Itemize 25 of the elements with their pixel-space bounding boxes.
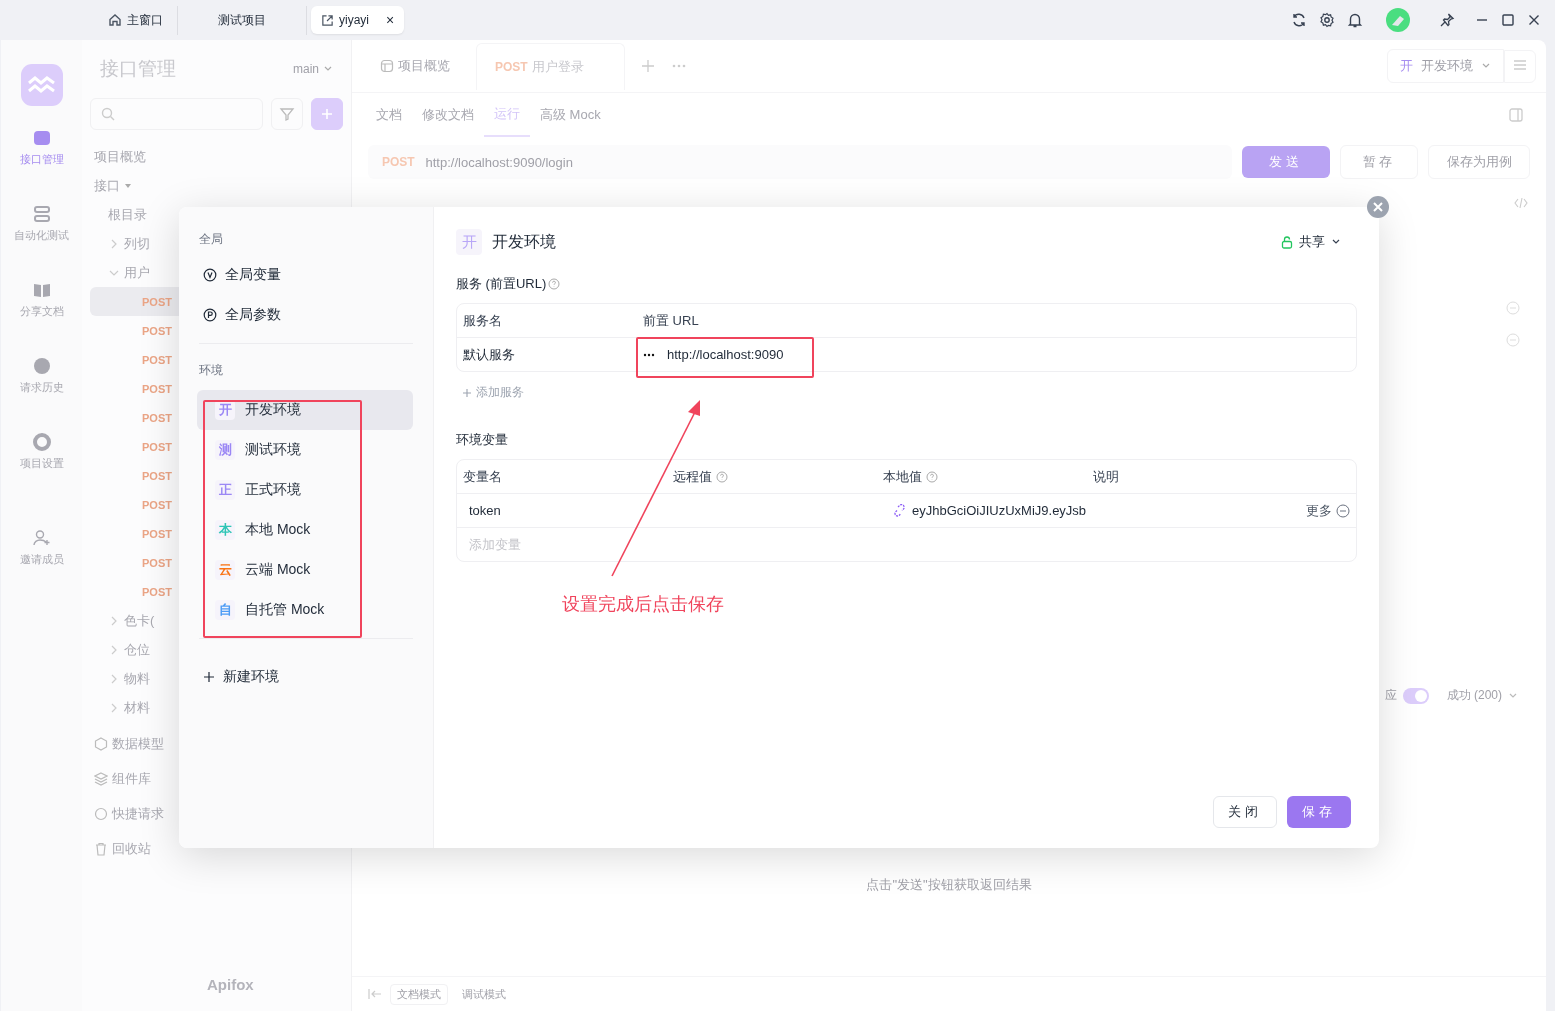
column-header: 前置 URL [643,311,699,330]
tab-label: yiyayi [339,13,369,27]
environment-badge: 开 [215,400,235,420]
column-header: 本地值 [883,467,922,486]
dialog-title: 开发环境 [492,231,556,252]
column-header: 服务名 [462,311,503,330]
tab-label: 测试项目 [218,11,266,29]
section-label: 全局 [199,231,224,248]
section-title: 环境变量 [456,431,508,449]
column-header: 说明 [1093,467,1119,486]
environment-badge: 云 [215,560,235,580]
environment-badge: 测 [215,440,235,460]
environment-badge: 开 [456,229,482,255]
toggle-label: 应 [1384,687,1397,704]
column-header: 变量名 [463,467,502,486]
section-title: 服务 (前置URL) [456,275,547,293]
brand-logo: Apifox [207,976,254,993]
environment-badge: 本 [215,520,235,540]
tab-label: 主窗口 [127,11,163,29]
environment-badge: 正 [215,480,235,500]
column-header: 远程值 [673,467,712,486]
empty-hint: 点击"发送"按钮获取返回结果 [865,876,1033,894]
section-label: 环境 [199,362,224,379]
environment-badge: 自 [215,600,235,620]
annotation-text: 设置完成后点击保存 [562,593,725,616]
